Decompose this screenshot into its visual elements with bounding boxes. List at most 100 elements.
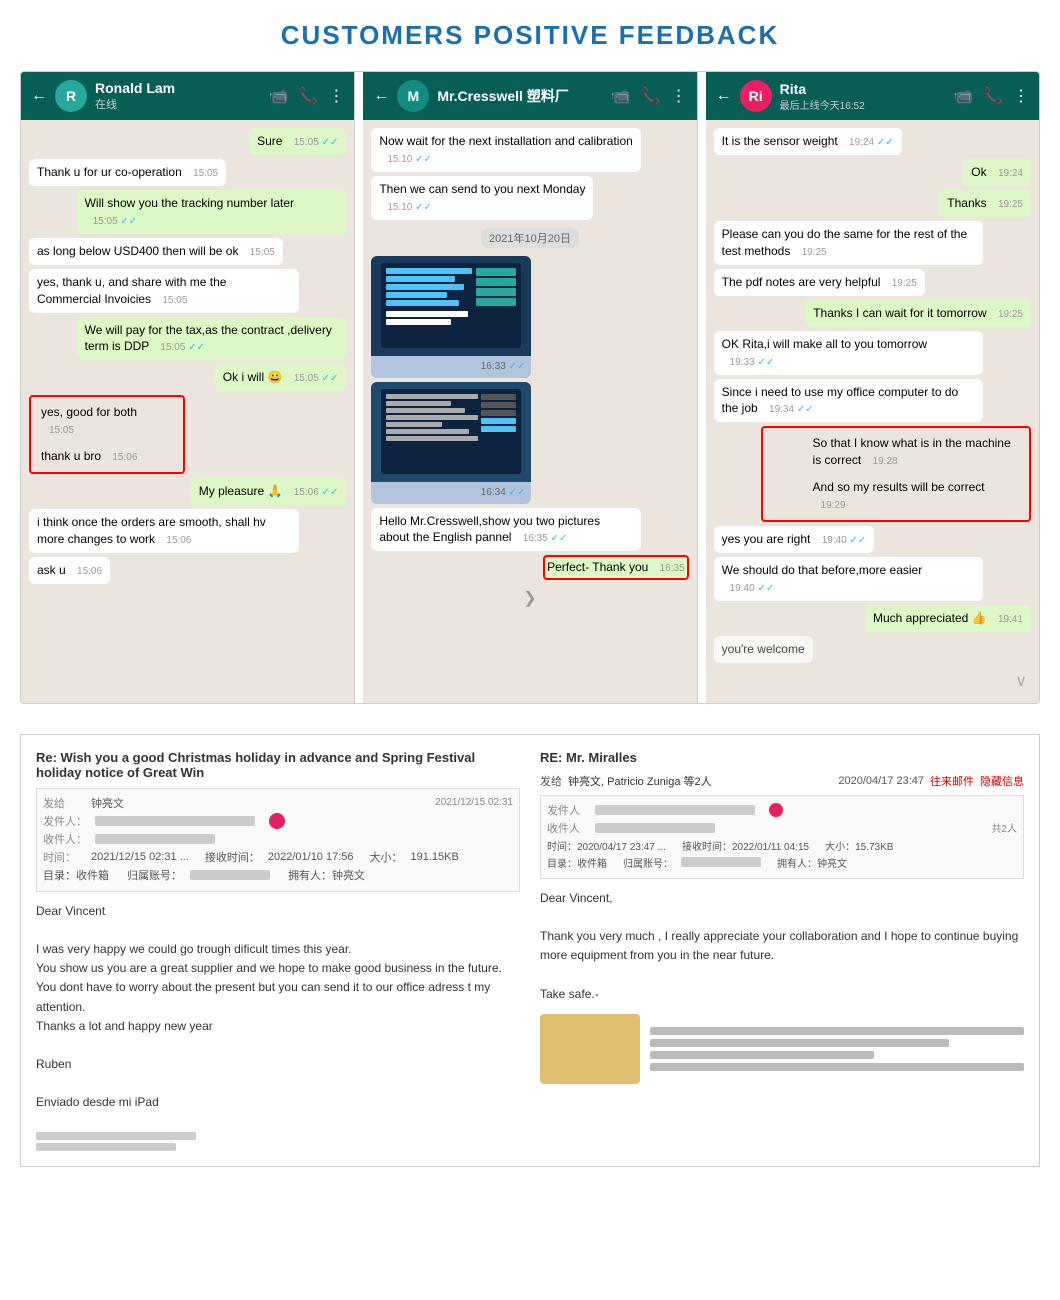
table-row: as long below USD400 then will be ok 15:… (29, 238, 346, 265)
contact-name-2: Mr.Cresswell 塑料厂 (437, 86, 602, 106)
email-image-blur (540, 1014, 640, 1084)
contact-status-3: 最后上线今天16:52 (780, 97, 945, 112)
table-row: So that I know what is in the machine is… (765, 430, 1027, 474)
email-section: Re: Wish you a good Christmas holiday in… (20, 734, 1040, 1167)
list-item: Ok i will 😀 15:05 ✓✓ (215, 364, 347, 391)
back-icon[interactable]: ← (31, 87, 47, 105)
table-row: Since i need to use my office computer t… (714, 379, 1031, 423)
chat-body-3: It is the sensor weight 19:24 ✓✓ Ok 19:2… (706, 120, 1039, 703)
table-row: My pleasure 🙏 15:06 ✓✓ (29, 478, 346, 505)
list-item: And so my results will be correct 19:29 (805, 474, 1027, 518)
more-icon-3[interactable]: ⋮ (1013, 86, 1029, 106)
header-icons-2: 📹 📞 ⋮ (611, 86, 687, 106)
list-item: Now wait for the next installation and c… (371, 128, 641, 172)
email-date-sent-1: 2021/12/15 02:31 (435, 797, 513, 808)
list-item: i think once the orders are smooth, shal… (29, 509, 299, 553)
list-item: Thanks 19:25 (939, 190, 1031, 217)
email-account-blurred-1 (190, 870, 270, 880)
list-item: The pdf notes are very helpful 19:25 (714, 269, 925, 296)
table-row: Much appreciated 👍 19:41 (714, 605, 1031, 632)
table-row: you're welcome (714, 636, 1031, 663)
table-row: Will show you the tracking number later … (29, 190, 346, 234)
phone-icon-1[interactable]: 📞 (298, 86, 318, 106)
more-icon-1[interactable]: ⋮ (328, 86, 344, 106)
email-size-1: 191.15KB (411, 851, 459, 863)
list-item: yes, good for both 15:05 (33, 399, 159, 443)
table-row: 发给 钟亮文 2021/12/15 02:31 (43, 795, 513, 811)
chat-container: ← R Ronald Lam 在线 📹 📞 ⋮ Sure 15:05 ✓✓ (20, 71, 1040, 704)
video-call-icon-1[interactable]: 📹 (268, 86, 288, 106)
video-call-icon-2[interactable]: 📹 (611, 86, 631, 106)
blur-line-1 (650, 1027, 1024, 1035)
phone-icon-3[interactable]: 📞 (983, 86, 1003, 106)
email-account-blurred-2 (681, 857, 761, 867)
header-icons-3: 📹 📞 ⋮ (953, 86, 1029, 106)
email-time-1: 2021/12/15 02:31 ... (91, 851, 189, 863)
table-row: Perfect- Thank you 16:35 (371, 555, 688, 580)
list-item: Ok 19:24 (963, 159, 1031, 186)
list-item: So that I know what is in the machine is… (805, 430, 1027, 474)
table-row: Ok 19:24 (714, 159, 1031, 186)
table-row: Thanks 19:25 (714, 190, 1031, 217)
table-row: The pdf notes are very helpful 19:25 (714, 269, 1031, 296)
list-item: Thanks I can wait for it tomorrow 19:25 (805, 300, 1031, 327)
email-greeting-2: Dear Vincent, (540, 889, 1024, 908)
table-row: Ok i will 😀 15:05 ✓✓ (29, 364, 346, 391)
table-row: thank u bro 15:06 (33, 443, 181, 470)
email-meta-2: 发件人 收件人 共2人 时间：2020/04/17 23:47 ... 接收时间… (540, 795, 1024, 879)
contact-info-3: Rita 最后上线今天16:52 (780, 81, 945, 112)
email-hide-link-2[interactable]: 隐藏信息 (980, 773, 1024, 789)
table-row: OK Rita,i will make all to you tomorrow … (714, 331, 1031, 375)
email-text-1: I was very happy we could go trough difi… (36, 940, 520, 1036)
email-image-area (540, 1014, 1024, 1084)
page-title: CUSTOMERS POSITIVE FEEDBACK (20, 20, 1040, 51)
list-item: thank u bro 15:06 (33, 443, 145, 470)
chat-body-1: Sure 15:05 ✓✓ Thank u for ur co-operatio… (21, 120, 354, 703)
table-row: It is the sensor weight 19:24 ✓✓ (714, 128, 1031, 155)
table-row: 时间：2020/04/17 23:47 ... 接收时间：2022/01/11 … (547, 838, 1017, 853)
more-icon-2[interactable]: ⋮ (671, 86, 687, 106)
table-row: 时间： 2021/12/15 02:31 ... 接收时间： 2022/01/1… (43, 849, 513, 865)
email-postscript-1: Enviado desde mi iPad (36, 1093, 520, 1112)
avatar-3: Ri (740, 80, 772, 112)
list-item: Since i need to use my office computer t… (714, 379, 984, 423)
table-row: 收件人： (43, 831, 513, 847)
email-greeting-1: Dear Vincent (36, 902, 520, 921)
table-row: 目录：收件箱 归属账号： 拥有人：钟亮文 (43, 867, 513, 883)
table-row: Thanks I can wait for it tomorrow 19:25 (714, 300, 1031, 327)
list-item: Thank u for ur co-operation 15:05 (29, 159, 226, 186)
table-row: We will pay for the tax,as the contract … (29, 317, 346, 361)
email-left: Re: Wish you a good Christmas holiday in… (36, 750, 520, 1151)
email-sender-label-2: 发给 (540, 773, 562, 789)
email-recv-1: 2022/01/10 17:56 (268, 851, 354, 863)
chat-panel-2: ← M Mr.Cresswell 塑料厂 📹 📞 ⋮ Now wait for … (363, 72, 697, 703)
contact-name-1: Ronald Lam (95, 80, 260, 96)
back-icon-3[interactable]: ← (716, 87, 732, 105)
date-separator: 2021年10月20日 (481, 228, 579, 248)
email-type-link-2[interactable]: 往来邮件 (930, 773, 974, 789)
email-meta-1: 发给 钟亮文 2021/12/15 02:31 发件人： 收件人： 时间： 20… (36, 788, 520, 892)
email-subject-2: RE: Mr. Miralles (540, 750, 1024, 765)
list-item: Much appreciated 👍 19:41 (865, 605, 1031, 632)
phone-icon-2[interactable]: 📞 (641, 86, 661, 106)
email-body-2: Dear Vincent, Thank you very much , I re… (540, 889, 1024, 1004)
email-text-2: Thank you very much , I really appreciat… (540, 927, 1024, 965)
video-call-icon-3[interactable]: 📹 (953, 86, 973, 106)
table-row: 16:33 ✓✓ (371, 256, 688, 378)
table-row: 16:34 ✓✓ (371, 382, 688, 504)
table-row: Hello Mr.Cresswell,show you two pictures… (371, 508, 688, 552)
table-row: yes, good for both 15:05 (33, 399, 181, 443)
list-item: Perfect- Thank you 16:35 (543, 555, 689, 580)
list-item: yes you are right 19:40 ✓✓ (714, 526, 875, 553)
scroll-down-icon[interactable]: ❯ (371, 584, 688, 612)
list-item: as long below USD400 then will be ok 15:… (29, 238, 283, 265)
blur-line-4 (650, 1063, 1024, 1071)
chat-header-3: ← Ri Rita 最后上线今天16:52 📹 📞 ⋮ (706, 72, 1039, 120)
email-to-blurred-2 (595, 823, 715, 833)
table-row: Sure 15:05 ✓✓ (29, 128, 346, 155)
back-icon-2[interactable]: ← (373, 87, 389, 105)
chat-header-1: ← R Ronald Lam 在线 📹 📞 ⋮ (21, 72, 354, 120)
chat-header-2: ← M Mr.Cresswell 塑料厂 📹 📞 ⋮ (363, 72, 696, 120)
contact-info-1: Ronald Lam 在线 (95, 80, 260, 112)
avatar-1: R (55, 80, 87, 112)
